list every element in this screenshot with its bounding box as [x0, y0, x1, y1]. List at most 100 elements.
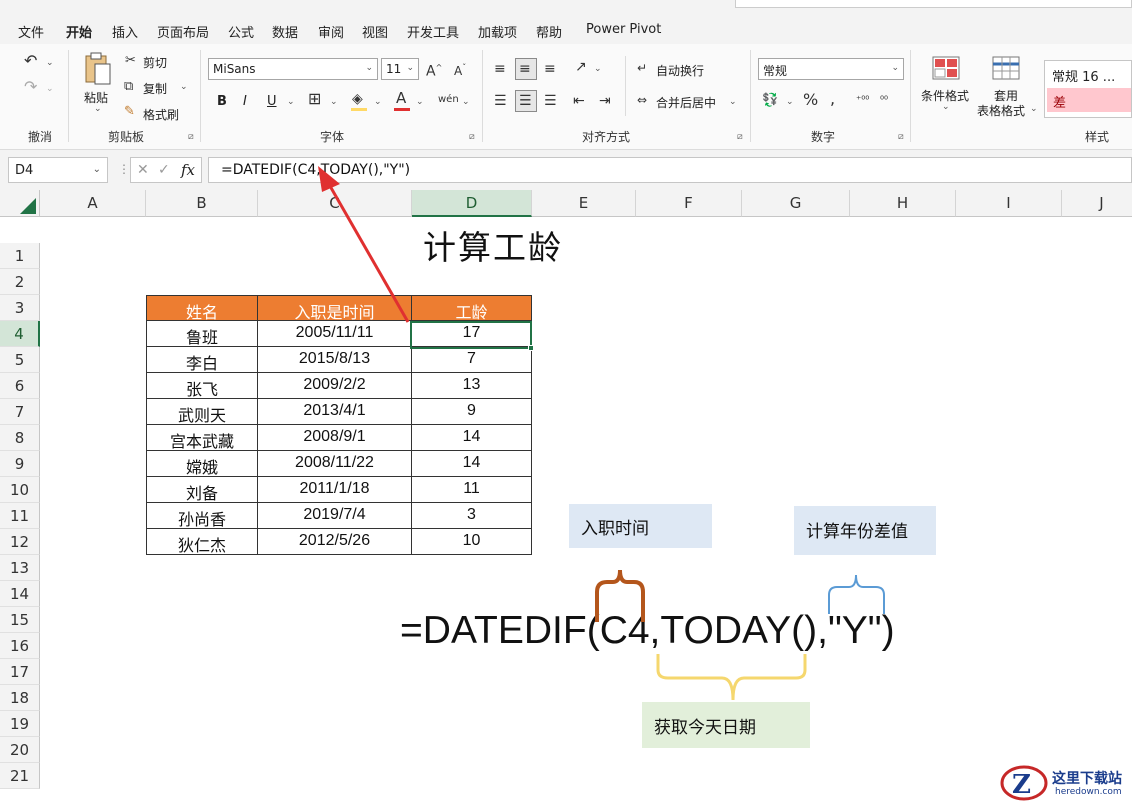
align-left-icon[interactable]: ☰: [494, 94, 507, 108]
decrease-font-icon[interactable]: Aˇ: [454, 61, 466, 78]
table-cell-years[interactable]: 11: [412, 477, 532, 503]
border-dropdown-icon[interactable]: ⌄: [330, 97, 338, 107]
formula-input[interactable]: =DATEDIF(C4,TODAY(),"Y"): [208, 157, 1132, 183]
row-header-17[interactable]: 17: [0, 659, 40, 685]
row-header-4[interactable]: 4: [0, 321, 40, 347]
row-header-19[interactable]: 19: [0, 711, 40, 737]
tab-developer[interactable]: 开发工具: [407, 22, 459, 41]
table-cell-name[interactable]: 武则天: [146, 399, 258, 425]
table-cell-years[interactable]: 3: [412, 503, 532, 529]
percent-icon[interactable]: %: [803, 92, 818, 108]
decrease-indent-icon[interactable]: ⇤: [573, 94, 585, 108]
table-header-cell[interactable]: 入职是时间: [258, 295, 412, 322]
table-cell-date[interactable]: 2019/7/4: [258, 503, 412, 529]
row-header-13[interactable]: 13: [0, 555, 40, 581]
orientation-icon[interactable]: ↗: [575, 60, 587, 74]
row-header-7[interactable]: 7: [0, 399, 40, 425]
tab-file[interactable]: 文件: [18, 22, 44, 41]
scissors-icon[interactable]: ✂: [125, 54, 136, 68]
column-header-d[interactable]: D: [412, 190, 532, 217]
row-header-1[interactable]: 1: [0, 243, 40, 269]
table-format-dropdown-icon[interactable]: ⌄: [1030, 104, 1038, 114]
increase-font-icon[interactable]: A^: [426, 61, 442, 79]
table-header-cell[interactable]: 工龄: [412, 295, 532, 322]
cut-button[interactable]: 剪切: [143, 54, 167, 71]
merge-icon[interactable]: ⇔: [637, 93, 647, 107]
align-bottom-icon[interactable]: ≡: [544, 62, 556, 76]
row-header-10[interactable]: 10: [0, 477, 40, 503]
column-header-i[interactable]: I: [956, 190, 1062, 217]
select-all-corner[interactable]: [0, 190, 40, 217]
row-header-20[interactable]: 20: [0, 737, 40, 763]
row-header-21[interactable]: 21: [0, 763, 40, 789]
font-name-select[interactable]: MiSans ⌄: [208, 58, 378, 80]
table-header-cell[interactable]: 姓名: [146, 295, 258, 322]
fill-handle[interactable]: [528, 345, 534, 351]
tab-view[interactable]: 视图: [362, 22, 388, 41]
table-cell-date[interactable]: 2011/1/18: [258, 477, 412, 503]
fill-dropdown-icon[interactable]: ⌄: [374, 97, 382, 107]
table-cell-years[interactable]: 14: [412, 425, 532, 451]
column-header-b[interactable]: B: [146, 190, 258, 217]
underline-button[interactable]: U: [267, 94, 277, 109]
row-header-2[interactable]: 2: [0, 269, 40, 295]
merge-button[interactable]: 合并后居中: [656, 94, 716, 111]
clipboard-launcher-icon[interactable]: ⧄: [188, 132, 194, 142]
font-color-dropdown-icon[interactable]: ⌄: [416, 97, 424, 107]
tab-home[interactable]: 开始: [66, 22, 93, 46]
align-top-icon[interactable]: ≡: [494, 62, 506, 76]
merge-dropdown-icon[interactable]: ⌄: [729, 97, 737, 107]
tab-review[interactable]: 审阅: [318, 22, 344, 41]
column-header-e[interactable]: E: [532, 190, 636, 217]
enter-icon[interactable]: ✓: [158, 162, 170, 178]
cancel-icon[interactable]: ✕: [137, 162, 149, 178]
table-cell-name[interactable]: 宫本武藏: [146, 425, 258, 451]
decrease-decimal-icon[interactable]: ⁰⁰: [880, 94, 888, 108]
column-header-a[interactable]: A: [40, 190, 146, 217]
column-header-c[interactable]: C: [258, 190, 412, 217]
italic-button[interactable]: I: [243, 94, 247, 109]
table-cell-date[interactable]: 2015/8/13: [258, 347, 412, 373]
format-painter-button[interactable]: 格式刷: [143, 106, 179, 123]
row-header-16[interactable]: 16: [0, 633, 40, 659]
bold-button[interactable]: B: [217, 94, 227, 109]
copy-button[interactable]: 复制: [143, 80, 167, 97]
row-header-18[interactable]: 18: [0, 685, 40, 711]
column-header-g[interactable]: G: [742, 190, 850, 217]
column-header-h[interactable]: H: [850, 190, 956, 217]
table-cell-date[interactable]: 2008/11/22: [258, 451, 412, 477]
wrap-text-icon[interactable]: ↵: [637, 61, 647, 75]
column-header-f[interactable]: F: [636, 190, 742, 217]
fill-color-icon[interactable]: ◈: [352, 92, 363, 106]
row-header-3[interactable]: 3: [0, 295, 40, 321]
font-size-select[interactable]: 11 ⌄: [381, 58, 419, 80]
undo-dropdown-icon[interactable]: ⌄: [46, 58, 54, 68]
copy-icon[interactable]: ⧉: [124, 80, 133, 94]
underline-dropdown-icon[interactable]: ⌄: [287, 97, 295, 107]
paste-dropdown-icon[interactable]: ⌄: [94, 104, 102, 114]
style-bad[interactable]: 差: [1047, 88, 1131, 112]
table-cell-name[interactable]: 嫦娥: [146, 451, 258, 477]
border-icon[interactable]: ⊞: [308, 91, 321, 107]
table-cell-years[interactable]: 14: [412, 451, 532, 477]
tab-addins[interactable]: 加载项: [478, 22, 517, 41]
number-launcher-icon[interactable]: ⧄: [898, 132, 904, 142]
row-header-15[interactable]: 15: [0, 607, 40, 633]
table-cell-name[interactable]: 刘备: [146, 477, 258, 503]
formula-bar-grip-icon[interactable]: ⋮: [118, 162, 130, 176]
table-cell-name[interactable]: 李白: [146, 347, 258, 373]
row-header-12[interactable]: 12: [0, 529, 40, 555]
table-cell-name[interactable]: 狄仁杰: [146, 529, 258, 555]
conditional-format-dropdown-icon[interactable]: ⌄: [942, 102, 950, 112]
increase-decimal-icon[interactable]: ⁺⁰⁰: [856, 94, 869, 108]
table-cell-date[interactable]: 2012/5/26: [258, 529, 412, 555]
alignment-launcher-icon[interactable]: ⧄: [737, 132, 743, 142]
table-cell-years[interactable]: 7: [412, 347, 532, 373]
table-cell-date[interactable]: 2009/2/2: [258, 373, 412, 399]
format-painter-icon[interactable]: ✎: [124, 105, 135, 119]
table-format-button-line2[interactable]: 表格格式: [977, 102, 1025, 119]
phonetic-icon[interactable]: wén: [438, 93, 459, 107]
column-header-j[interactable]: J: [1062, 190, 1132, 217]
font-color-icon[interactable]: A: [396, 91, 406, 106]
table-cell-name[interactable]: 鲁班: [146, 321, 258, 347]
